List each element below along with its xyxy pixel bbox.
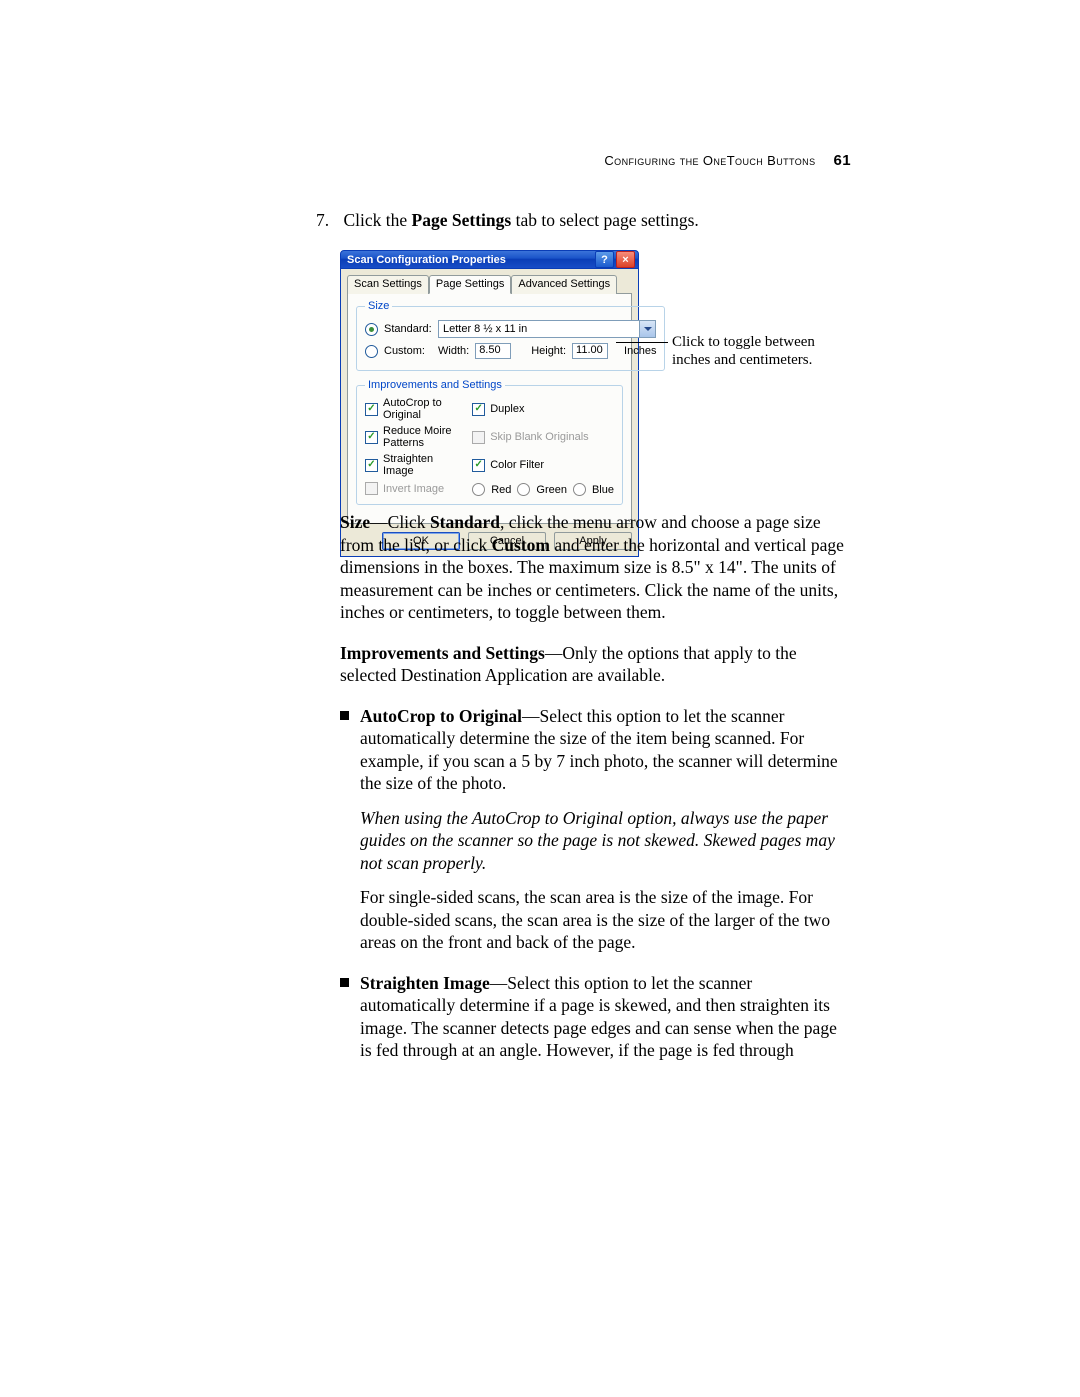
improvements-group: Improvements and Settings AutoCrop to Or… [356,379,623,505]
width-input[interactable]: 8.50 [475,343,511,359]
step-bold: Page Settings [412,210,512,230]
height-input[interactable]: 11.00 [572,343,608,359]
p-size-b2: Standard [430,512,500,532]
chk-skipblank [472,431,485,444]
tab-strip: Scan Settings Page Settings Advanced Set… [347,275,632,294]
bullet-autocrop: AutoCrop to Original—Select this option … [340,705,850,954]
radio-blue[interactable] [573,483,586,496]
radio-blue-label: Blue [592,484,614,496]
b-str-b1: Straighten Image [360,973,490,993]
chk-colorfilter-label: Color Filter [490,459,544,471]
size-group: Size Standard: Letter 8 ½ x 11 in Custom… [356,300,665,371]
radio-green[interactable] [517,483,530,496]
tab-panel: Size Standard: Letter 8 ½ x 11 in Custom… [347,293,632,524]
close-icon[interactable]: × [616,251,635,268]
tab-scan-settings[interactable]: Scan Settings [347,275,429,294]
chk-duplex[interactable] [472,403,485,416]
chk-duplex-label: Duplex [490,403,524,415]
radio-green-label: Green [536,484,567,496]
step-number: 7. [316,210,329,230]
radio-standard[interactable] [365,323,378,336]
b-auto-b1: AutoCrop to Original [360,706,522,726]
radio-red[interactable] [472,483,485,496]
header-title: Configuring the OneTouch Buttons [604,153,815,168]
standard-size-value: Letter 8 ½ x 11 in [443,323,527,335]
height-label: Height: [531,345,566,357]
p-size-b1: Size [340,512,370,532]
standard-size-combo[interactable]: Letter 8 ½ x 11 in [438,320,656,338]
custom-label: Custom: [384,345,432,357]
chk-invert-label: Invert Image [383,483,444,495]
page-header: Configuring the OneTouch Buttons 61 [604,152,851,169]
p-size-b3: Custom [492,535,550,555]
tab-advanced-settings[interactable]: Advanced Settings [511,275,617,294]
callout-leader [616,342,668,343]
size-legend: Size [365,300,392,312]
radio-custom[interactable] [365,345,378,358]
standard-label: Standard: [384,323,432,335]
tab-page-settings[interactable]: Page Settings [429,275,512,294]
step-t1: Click the [344,210,412,230]
chevron-down-icon[interactable] [639,321,655,337]
chk-straighten[interactable] [365,459,378,472]
chk-invert [365,482,378,495]
help-icon[interactable]: ? [595,251,614,268]
radio-red-label: Red [491,484,511,496]
chk-straighten-label: Straighten Image [383,453,464,477]
dialog-title: Scan Configuration Properties [347,254,593,266]
bullet-straighten: Straighten Image—Select this option to l… [340,972,850,1062]
body-text: Size—Click Standard, click the menu arro… [340,511,850,1080]
page-number: 61 [834,152,852,169]
units-toggle[interactable]: Inches [624,345,656,357]
step-t2: tab to select page settings. [516,210,699,230]
b-auto-t2: For single-sided scans, the scan area is… [360,886,850,954]
chk-colorfilter[interactable] [472,459,485,472]
dialog-titlebar[interactable]: Scan Configuration Properties ? × [340,250,639,269]
b-auto-italic: When using the AutoCrop to Original opti… [360,807,850,875]
improvements-legend: Improvements and Settings [365,379,505,391]
chk-autocrop[interactable] [365,403,378,416]
p-size-t1: —Click [370,512,430,532]
chk-autocrop-label: AutoCrop to Original [383,397,464,421]
p-imp-b1: Improvements and Settings [340,643,545,663]
step-7: 7. Click the Page Settings tab to select… [316,210,699,231]
chk-moire-label: Reduce Moire Patterns [383,425,464,449]
chk-skipblank-label: Skip Blank Originals [490,431,588,443]
callout-text: Click to toggle between inches and centi… [672,333,852,369]
width-label: Width: [438,345,469,357]
chk-moire[interactable] [365,431,378,444]
